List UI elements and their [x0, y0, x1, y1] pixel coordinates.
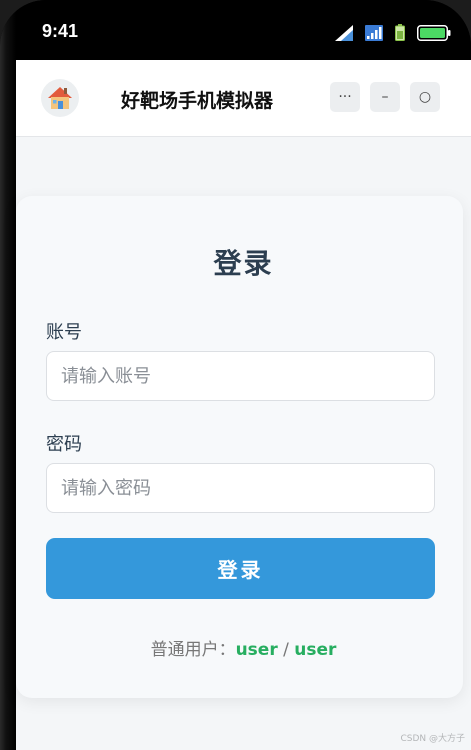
hint-prefix: 普通用户： [150, 640, 236, 660]
phone-frame: 9:41 好靶场手机模拟器 ··· – ○ 登录 账号 请输入账号 密码 登录 … [0, 0, 471, 750]
status-icons [335, 24, 451, 41]
battery-vertical-icon [395, 24, 405, 41]
battery-icon [417, 24, 451, 41]
close-button[interactable]: ○ [410, 82, 440, 112]
login-title: 登录 [213, 247, 274, 280]
account-input[interactable] [46, 351, 435, 401]
account-label: 账号 [46, 322, 82, 343]
status-bar: 9:41 [16, 0, 471, 60]
house-icon [48, 87, 72, 109]
phone-bezel [0, 0, 16, 750]
cellular-signal-icon [335, 24, 353, 41]
status-time: 9:41 [42, 21, 79, 41]
app-header: 好靶场手机模拟器 ··· – ○ [16, 60, 471, 137]
app-screen: 好靶场手机模拟器 ··· – ○ 登录 账号 密码 登录 普通用户：user /… [16, 60, 471, 750]
signal-bars-icon [365, 24, 383, 41]
avatar[interactable] [41, 79, 79, 117]
hint-username: user [235, 640, 278, 660]
credential-hint: 普通用户：user / user [16, 635, 471, 660]
hint-separator: / [277, 640, 295, 660]
minimize-button[interactable]: – [370, 82, 400, 112]
more-menu-button[interactable]: ··· [330, 82, 360, 112]
password-input[interactable] [46, 463, 435, 513]
hint-password: user [294, 640, 337, 660]
app-title: 好靶场手机模拟器 [121, 90, 274, 112]
login-button[interactable]: 登录 [46, 538, 435, 599]
password-label: 密码 [46, 434, 82, 455]
watermark: CSDN @大方子 [400, 734, 465, 744]
